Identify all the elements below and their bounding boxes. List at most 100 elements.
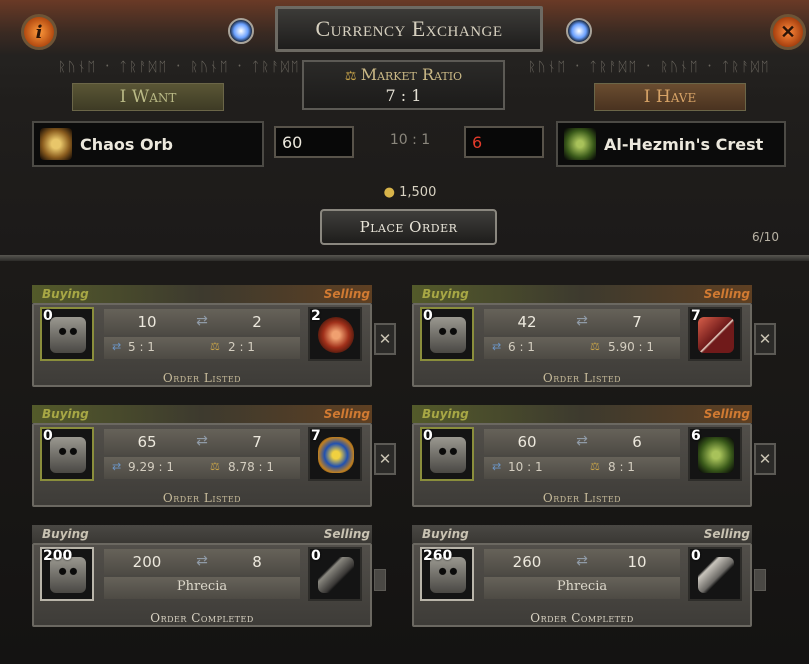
scales-icon: ⚖ xyxy=(590,460,600,473)
buying-item-slot[interactable]: 200 xyxy=(40,547,94,601)
have-item-name: Al-Hezmin's Crest xyxy=(604,134,764,154)
exchange-arrows-icon: ⇄ xyxy=(196,433,208,449)
close-icon: ✕ xyxy=(378,330,392,348)
gold-coins-icon: ● xyxy=(383,185,400,200)
cancel-order-button[interactable]: ✕ xyxy=(754,323,776,355)
order-card: Buying Selling 0 65 ⇄ 7 ⇄ 9.29 : 1 ⚖ 8.78 : 1 … xyxy=(32,405,396,513)
orders-list: Buying Selling 0 10 ⇄ 2 ⇄ 5 : 1 ⚖ 2 : 1 2 Orde… xyxy=(0,261,809,664)
want-item-selector[interactable]: Chaos Orb xyxy=(32,121,264,167)
order-ratio: 9.29 : 1 xyxy=(128,460,175,474)
selling-item-slot[interactable]: 7 xyxy=(308,427,362,481)
buy-amount: 260 xyxy=(512,553,542,571)
order-card: Buying Selling 200 200 ⇄ 8 Phrecia 0 Order … xyxy=(32,525,386,633)
market-ratio-label: Market Ratio xyxy=(360,65,463,84)
market-ratio: 8 : 1 xyxy=(608,460,635,474)
have-quantity-input[interactable]: 6 xyxy=(464,126,544,158)
order-card: Buying Selling 0 60 ⇄ 6 ⇄ 10 : 1 ⚖ 8 : 1 6 Ord… xyxy=(412,405,776,513)
market-ratio: 8.78 : 1 xyxy=(228,460,275,474)
rune-decoration: ᚱᚢᚾᛖ ᛫ ᛏᚱᚨᛞᛖ ᛫ ᚱᚢᚾᛖ ᛫ ᛏᚱᚨᛞᛖ xyxy=(58,60,298,75)
order-card: Buying Selling 260 260 ⇄ 10 Phrecia 0 Order… xyxy=(412,525,766,633)
cancel-order-button[interactable]: ✕ xyxy=(374,323,396,355)
buying-quantity: 0 xyxy=(43,308,53,324)
tab-i-have[interactable]: I Have xyxy=(594,83,746,111)
selling-quantity: 7 xyxy=(311,428,321,444)
ornament-icon xyxy=(566,18,592,44)
order-status: Order Completed xyxy=(530,611,634,625)
scales-icon: ⚖ xyxy=(344,69,361,84)
buying-label: Buying xyxy=(42,527,89,541)
order-card: Buying Selling 0 42 ⇄ 7 ⇄ 6 : 1 ⚖ 5.90 : 1 7 O… xyxy=(412,285,776,393)
market-ratio: 2 : 1 xyxy=(228,340,255,354)
info-button[interactable]: i xyxy=(21,14,57,50)
buying-item-slot[interactable]: 0 xyxy=(40,307,94,361)
tab-i-want[interactable]: I Want xyxy=(72,83,224,111)
al-hezmins-crest-icon xyxy=(698,437,734,473)
buying-label: Buying xyxy=(422,287,469,301)
tablet-item-icon xyxy=(698,317,734,353)
selling-label: Selling xyxy=(323,407,370,421)
buy-amount: 42 xyxy=(517,313,537,331)
buy-amount: 65 xyxy=(137,433,157,451)
buying-quantity: 0 xyxy=(43,428,53,444)
sell-amount: 2 xyxy=(252,313,262,331)
gold-amount: 1,500 xyxy=(399,185,437,200)
ratio-icon: ⇄ xyxy=(112,340,122,353)
selling-label: Selling xyxy=(323,287,370,301)
buying-label: Buying xyxy=(422,407,469,421)
place-order-label: Place Order xyxy=(359,218,458,236)
ratio-icon: ⇄ xyxy=(492,460,502,473)
selling-label: Selling xyxy=(323,527,370,541)
buying-label: Buying xyxy=(422,527,469,541)
exchange-arrows-icon: ⇄ xyxy=(576,433,588,449)
order-count: 6/10 xyxy=(752,230,779,244)
selling-item-slot[interactable]: 7 xyxy=(688,307,742,361)
close-icon: ✕ xyxy=(378,450,392,468)
want-quantity-input[interactable]: 60 xyxy=(274,126,354,158)
gold-cost: ● 1,500 xyxy=(360,185,460,200)
sell-amount: 6 xyxy=(632,433,642,451)
order-status: Order Completed xyxy=(150,611,254,625)
seller-name: Phrecia xyxy=(556,579,608,594)
place-order-button[interactable]: Place Order xyxy=(320,209,497,245)
buying-quantity: 200 xyxy=(43,548,73,564)
selling-quantity: 0 xyxy=(691,548,701,564)
buying-item-slot[interactable]: 0 xyxy=(420,427,474,481)
selling-quantity: 7 xyxy=(691,308,701,324)
window-title-box: Currency Exchange xyxy=(275,6,543,52)
ratio-icon: ⇄ xyxy=(112,460,122,473)
cancel-order-button[interactable]: ✕ xyxy=(374,443,396,475)
selling-label: Selling xyxy=(703,407,750,421)
close-icon: ✕ xyxy=(758,450,772,468)
order-ratio: 6 : 1 xyxy=(508,340,535,354)
market-ratio-box: ⚖ Market Ratio 7 : 1 xyxy=(302,60,505,110)
selling-item-slot[interactable]: 0 xyxy=(688,547,742,601)
selling-item-slot[interactable]: 2 xyxy=(308,307,362,361)
selling-label: Selling xyxy=(703,287,750,301)
order-status: Order Listed xyxy=(542,491,622,505)
order-ratio: 5 : 1 xyxy=(128,340,155,354)
exchange-arrows-icon: ⇄ xyxy=(196,553,208,569)
cancel-order-button[interactable]: ✕ xyxy=(754,443,776,475)
selling-item-slot[interactable]: 0 xyxy=(308,547,362,601)
close-button[interactable]: ✕ xyxy=(770,14,806,50)
orb-item-icon xyxy=(318,317,354,353)
buy-amount: 60 xyxy=(517,433,537,451)
buying-quantity: 0 xyxy=(423,428,433,444)
order-card: Buying Selling 0 10 ⇄ 2 ⇄ 5 : 1 ⚖ 2 : 1 2 Orde… xyxy=(32,285,396,393)
al-hezmins-crest-icon xyxy=(564,128,596,160)
exchange-arrows-icon: ⇄ xyxy=(196,313,208,329)
sell-amount: 8 xyxy=(252,553,262,571)
selling-item-slot[interactable]: 6 xyxy=(688,427,742,481)
buying-label: Buying xyxy=(42,287,89,301)
seller-name: Phrecia xyxy=(176,579,228,594)
card-tab xyxy=(374,569,386,591)
selling-quantity: 6 xyxy=(691,428,701,444)
close-icon: ✕ xyxy=(780,21,796,43)
buying-item-slot[interactable]: 0 xyxy=(420,307,474,361)
buying-item-slot[interactable]: 0 xyxy=(40,427,94,481)
order-status: Order Listed xyxy=(542,371,622,385)
scales-icon: ⚖ xyxy=(210,460,220,473)
buying-item-slot[interactable]: 260 xyxy=(420,547,474,601)
have-item-selector[interactable]: Al-Hezmin's Crest xyxy=(556,121,786,167)
ratio-icon: ⇄ xyxy=(492,340,502,353)
